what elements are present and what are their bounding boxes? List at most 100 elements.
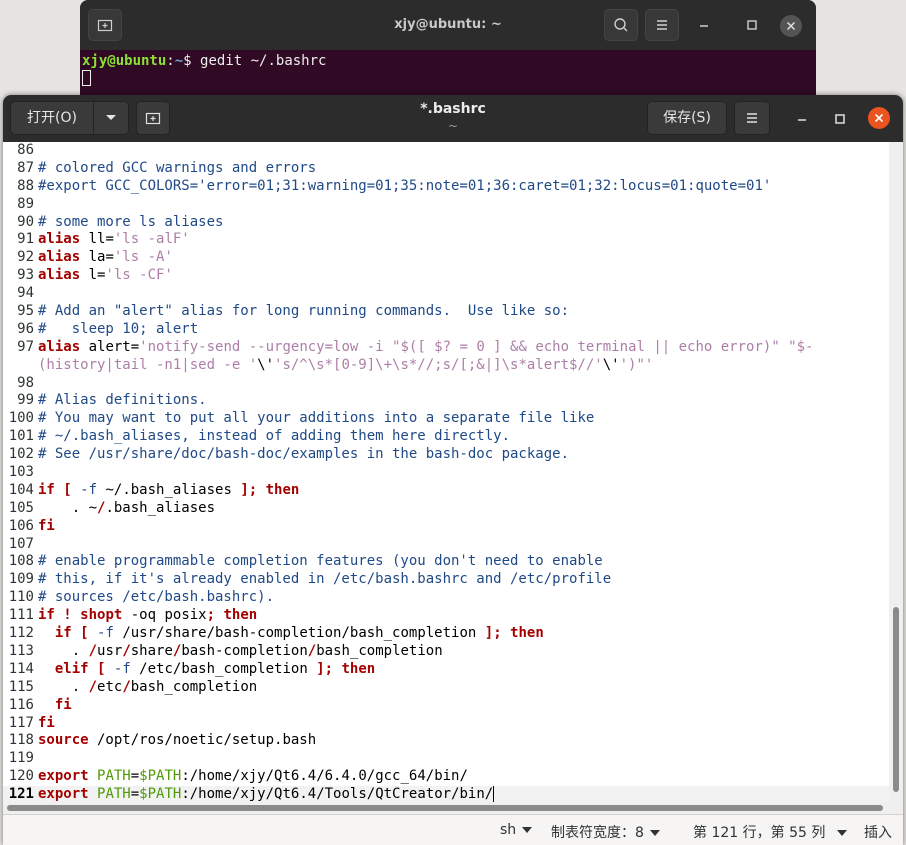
line-text: #export GCC_COLORS='error=01;31:warning=…	[34, 178, 771, 196]
line-number: 89	[17, 195, 34, 212]
code-line[interactable]: 92 alias la='ls -A'	[3, 249, 889, 267]
line-number: 119	[8, 750, 34, 767]
code-token: # colored GCC warnings and errors	[38, 159, 317, 176]
vertical-scroll-thumb[interactable]	[893, 607, 899, 792]
language-selector[interactable]: sh	[500, 822, 533, 838]
terminal-window[interactable]: xjy@ubuntu: ~ xjy@ubuntu:~$ gedit ~/.bas…	[80, 0, 816, 100]
code-token: :/home/xjy/Qt6.4/6.4.0/gcc_64/bin/	[181, 768, 468, 785]
line-number: 102	[8, 446, 34, 463]
line-text: alias la='ls -A'	[34, 249, 173, 267]
line-text: fi	[34, 697, 72, 715]
terminal-close-button[interactable]	[780, 15, 802, 37]
text-editor[interactable]: 86 87 # colored GCC warnings and errors 88 #…	[3, 142, 889, 802]
code-token: ];	[484, 625, 502, 642]
horizontal-scroll-thumb[interactable]	[7, 805, 883, 811]
terminal-content[interactable]: xjy@ubuntu:~$ gedit ~/.bashrc	[80, 50, 816, 100]
open-button[interactable]: 打开(O)	[10, 101, 94, 135]
code-line[interactable]: 110 # sources /etc/bash.bashrc).	[3, 589, 889, 607]
terminal-header: xjy@ubuntu: ~	[80, 0, 816, 50]
code-line[interactable]: 91 alias ll='ls -alF'	[3, 231, 889, 249]
code-line[interactable]: 120 export PATH=$PATH:/home/xjy/Qt6.4/6.4…	[3, 768, 889, 786]
code-line[interactable]: 103	[3, 464, 889, 482]
line-text: fi	[34, 518, 55, 536]
cursor-position-selector[interactable]: 第 121 行，第 55 列	[693, 822, 848, 842]
code-line[interactable]: 104 if [ -f ~/.bash_aliases ]; then	[3, 482, 889, 500]
code-token: # this, if it's already enabled in /etc/…	[38, 571, 612, 588]
line-number: 120	[8, 768, 34, 785]
code-line[interactable]: 88 #export GCC_COLORS='error=01;31:warnin…	[3, 178, 889, 196]
code-line[interactable]: 109 # this, if it's already enabled in /e…	[3, 571, 889, 589]
line-number: 116	[8, 696, 34, 713]
code-line[interactable]: 100 # You may want to put all your additi…	[3, 410, 889, 428]
code-token: then	[341, 660, 376, 677]
code-line[interactable]: 95 # Add an "alert" alias for long runnin…	[3, 303, 889, 321]
code-token: # enable programmable completion feature…	[38, 553, 603, 570]
close-icon	[874, 113, 884, 123]
code-token: if	[38, 607, 55, 624]
code-token: then	[510, 625, 544, 642]
code-token: ~/.bash_aliases	[97, 481, 241, 498]
open-recent-dropdown[interactable]	[93, 101, 129, 135]
code-line[interactable]: 97 alias alert='notify-send --urgency=low…	[3, 339, 889, 357]
line-number: 96	[17, 320, 34, 337]
code-line[interactable]: 87 # colored GCC warnings and errors	[3, 160, 889, 178]
code-line[interactable]: 112 if [ -f /usr/share/bash-completion/b…	[3, 625, 889, 643]
maximize-icon[interactable]	[744, 17, 760, 33]
code-token: # sources /etc/bash.bashrc).	[38, 589, 275, 606]
line-number: 94	[17, 285, 34, 302]
code-line[interactable]: 111 if ! shopt -oq posix; then	[3, 607, 889, 625]
menu-button[interactable]	[734, 101, 770, 135]
code-line[interactable]: 89	[3, 196, 889, 214]
code-line[interactable]: 94	[3, 285, 889, 303]
code-token: source	[38, 732, 89, 749]
minimize-icon[interactable]	[696, 17, 712, 33]
code-token: fi	[38, 517, 55, 534]
code-line[interactable]: 96 # sleep 10; alert	[3, 321, 889, 339]
code-line[interactable]: 99 # Alias definitions.	[3, 392, 889, 410]
horizontal-scrollbar[interactable]	[3, 802, 903, 814]
code-token: # some more ls aliases	[38, 213, 224, 230]
code-line[interactable]: 121 export PATH=$PATH:/home/xjy/Qt6.4/Too…	[3, 786, 889, 802]
code-line[interactable]: 107	[3, 536, 889, 554]
code-line[interactable]: 101 # ~/.bash_aliases, instead of adding …	[3, 428, 889, 446]
code-line[interactable]: 93 alias l='ls -CF'	[3, 267, 889, 285]
code-line[interactable]: 102 # See /usr/share/doc/bash-doc/example…	[3, 446, 889, 464]
minimize-icon[interactable]	[791, 108, 813, 130]
search-button[interactable]	[604, 9, 638, 41]
code-token: # You may want to put all your additions…	[38, 410, 595, 427]
code-line[interactable]: 119	[3, 750, 889, 768]
insert-mode-indicator[interactable]: 插入	[864, 822, 892, 842]
code-line[interactable]: 90 # some more ls aliases	[3, 214, 889, 232]
code-line[interactable]: (history|tail -n1|sed -e '\''s/^\s*[0-9]…	[3, 357, 889, 375]
code-line[interactable]: 86	[3, 142, 889, 160]
code-token: -f	[113, 660, 131, 677]
line-number: 103	[8, 464, 34, 481]
code-token: \'	[602, 356, 620, 373]
code-line[interactable]: 113 . /usr/share/bash-completion/bash_co…	[3, 643, 889, 661]
save-button[interactable]: 保存(S)	[647, 101, 727, 135]
code-line[interactable]: 117 fi	[3, 715, 889, 733]
code-line[interactable]: 108 # enable programmable completion feat…	[3, 553, 889, 571]
code-line[interactable]: 98	[3, 375, 889, 393]
code-line[interactable]: 115 . /etc/bash_completion	[3, 679, 889, 697]
line-text: # sleep 10; alert	[34, 321, 198, 339]
vertical-scrollbar[interactable]	[889, 142, 903, 802]
maximize-icon[interactable]	[829, 108, 851, 130]
code-line[interactable]: 105 . ~/.bash_aliases	[3, 500, 889, 518]
code-token: PATH	[97, 786, 131, 802]
prompt-dollar: $	[183, 53, 201, 69]
code-line[interactable]: 116 fi	[3, 697, 889, 715]
code-token: /etc/bash_completion	[130, 660, 317, 677]
code-token: etc	[97, 678, 123, 695]
close-button[interactable]	[868, 107, 890, 129]
terminal-menu-button[interactable]	[645, 9, 679, 41]
code-token: ];	[316, 660, 334, 677]
tab-width-selector[interactable]: 制表符宽度：8	[551, 822, 660, 842]
new-tab-button[interactable]	[136, 101, 170, 135]
code-line[interactable]: 106 fi	[3, 518, 889, 536]
code-line[interactable]: 114 elif [ -f /etc/bash_completion ]; th…	[3, 661, 889, 679]
code-line[interactable]: 118 source /opt/ros/noetic/setup.bash	[3, 732, 889, 750]
tab-width-label: 制表符宽度：8	[551, 825, 644, 841]
